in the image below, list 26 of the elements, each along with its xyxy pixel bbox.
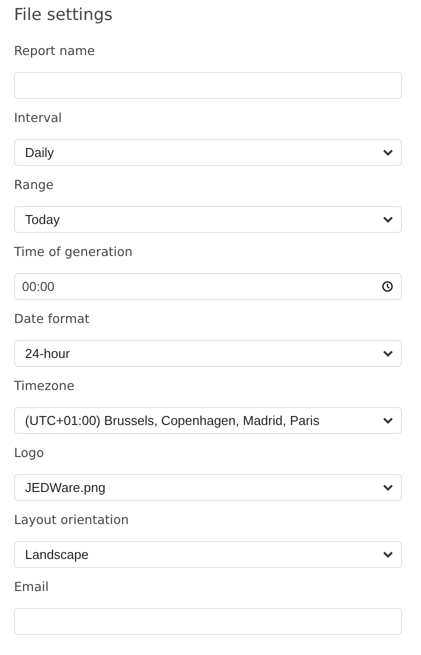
chevron-down-icon — [383, 484, 393, 491]
chevron-down-icon — [383, 417, 393, 424]
input-field[interactable] — [14, 72, 402, 99]
field-label: Logo — [14, 444, 45, 462]
field-label: Layout orientation — [14, 511, 130, 529]
section-title: File settings — [14, 4, 114, 26]
chevron-down-icon — [383, 350, 393, 357]
time-field[interactable]: 00:00 — [14, 273, 402, 300]
dropdown[interactable]: 24-hour — [14, 340, 402, 367]
field-label: Range — [14, 176, 55, 194]
dropdown[interactable]: (UTC+01:00) Brussels, Copenhagen, Madrid, Paris — [14, 407, 402, 434]
dropdown[interactable]: Today — [14, 206, 402, 233]
field-label: Time of generation — [14, 243, 134, 261]
chevron-down-icon — [383, 551, 393, 558]
field-label: Date format — [14, 310, 91, 328]
field-label: Report name — [14, 42, 96, 60]
chevron-down-icon — [383, 216, 393, 223]
dropdown[interactable]: Landscape — [14, 541, 402, 568]
field-label: Email — [14, 578, 50, 596]
dropdown[interactable]: Daily — [14, 139, 402, 166]
chevron-down-icon — [383, 149, 393, 156]
field-label: Interval — [14, 109, 63, 127]
dropdown[interactable]: JEDWare.png — [14, 474, 402, 501]
field-label: Timezone — [14, 377, 76, 395]
input-field[interactable] — [14, 608, 402, 635]
clock-icon — [382, 281, 393, 292]
